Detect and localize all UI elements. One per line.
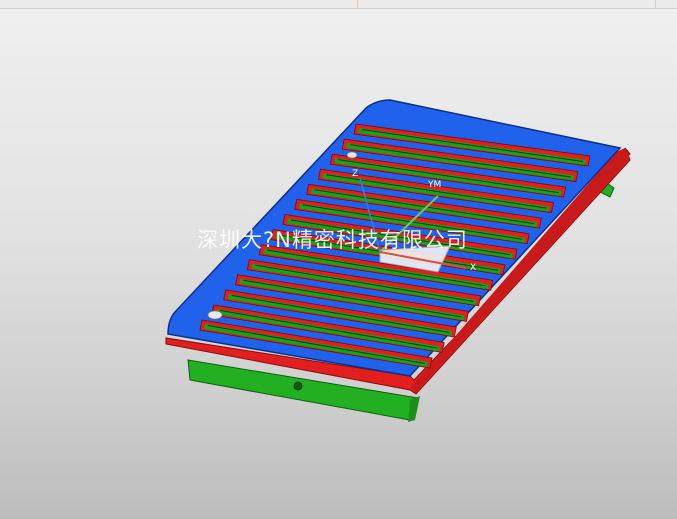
axis-x-label: X <box>470 263 476 273</box>
face-dimple <box>207 310 223 320</box>
face-dimple <box>346 151 358 159</box>
axis-z-label: Z <box>352 169 358 179</box>
cad-viewport[interactable]: YM X Z 深圳大?N精密科技有限公司 <box>0 0 677 519</box>
axis-y-label: YM <box>427 180 441 190</box>
base-block-hole <box>293 381 303 391</box>
grille-3d-model[interactable]: YM X Z <box>0 0 677 519</box>
